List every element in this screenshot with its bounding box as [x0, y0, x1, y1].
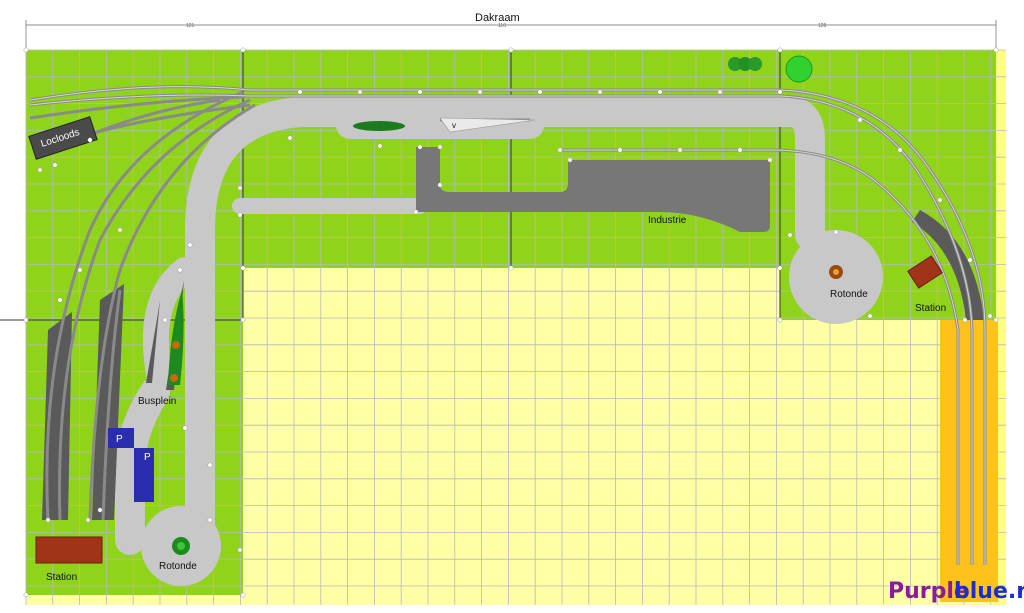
bush-cluster [728, 57, 762, 71]
sign-v-label: v [452, 121, 456, 130]
parking-2-label: P [144, 452, 151, 463]
rotonde-left-tree [172, 537, 190, 555]
parking-1-label: P [116, 434, 123, 445]
rotonde-right-tree [829, 265, 843, 279]
bush-dot [172, 341, 180, 349]
plan-title: Dakraam [475, 12, 520, 24]
tree-round [785, 55, 813, 83]
platform-right [940, 320, 998, 602]
watermark: Purple blue.nl [888, 579, 1024, 604]
station-left-label: Station [46, 572, 77, 583]
dimension-1: 121 [186, 23, 195, 29]
layout-plan: 121 110 128 Dakraam Locloods P P Industr… [0, 0, 1024, 613]
rotonde-left-label: Rotonde [159, 561, 197, 572]
watermark-part2: blue.nl [954, 579, 1024, 604]
rotonde-right-label: Rotonde [830, 289, 868, 300]
dimension-3: 128 [818, 23, 827, 29]
track-plan-canvas: 121 110 128 Dakraam Locloods P P Industr… [0, 0, 1024, 613]
upper-tree-row [353, 121, 405, 131]
station-left-building [35, 536, 103, 564]
station-right-label: Station [915, 303, 946, 314]
industrie-label: Industrie [648, 215, 687, 226]
bush-dot [170, 374, 178, 382]
busplein-label: Busplein [138, 396, 176, 407]
